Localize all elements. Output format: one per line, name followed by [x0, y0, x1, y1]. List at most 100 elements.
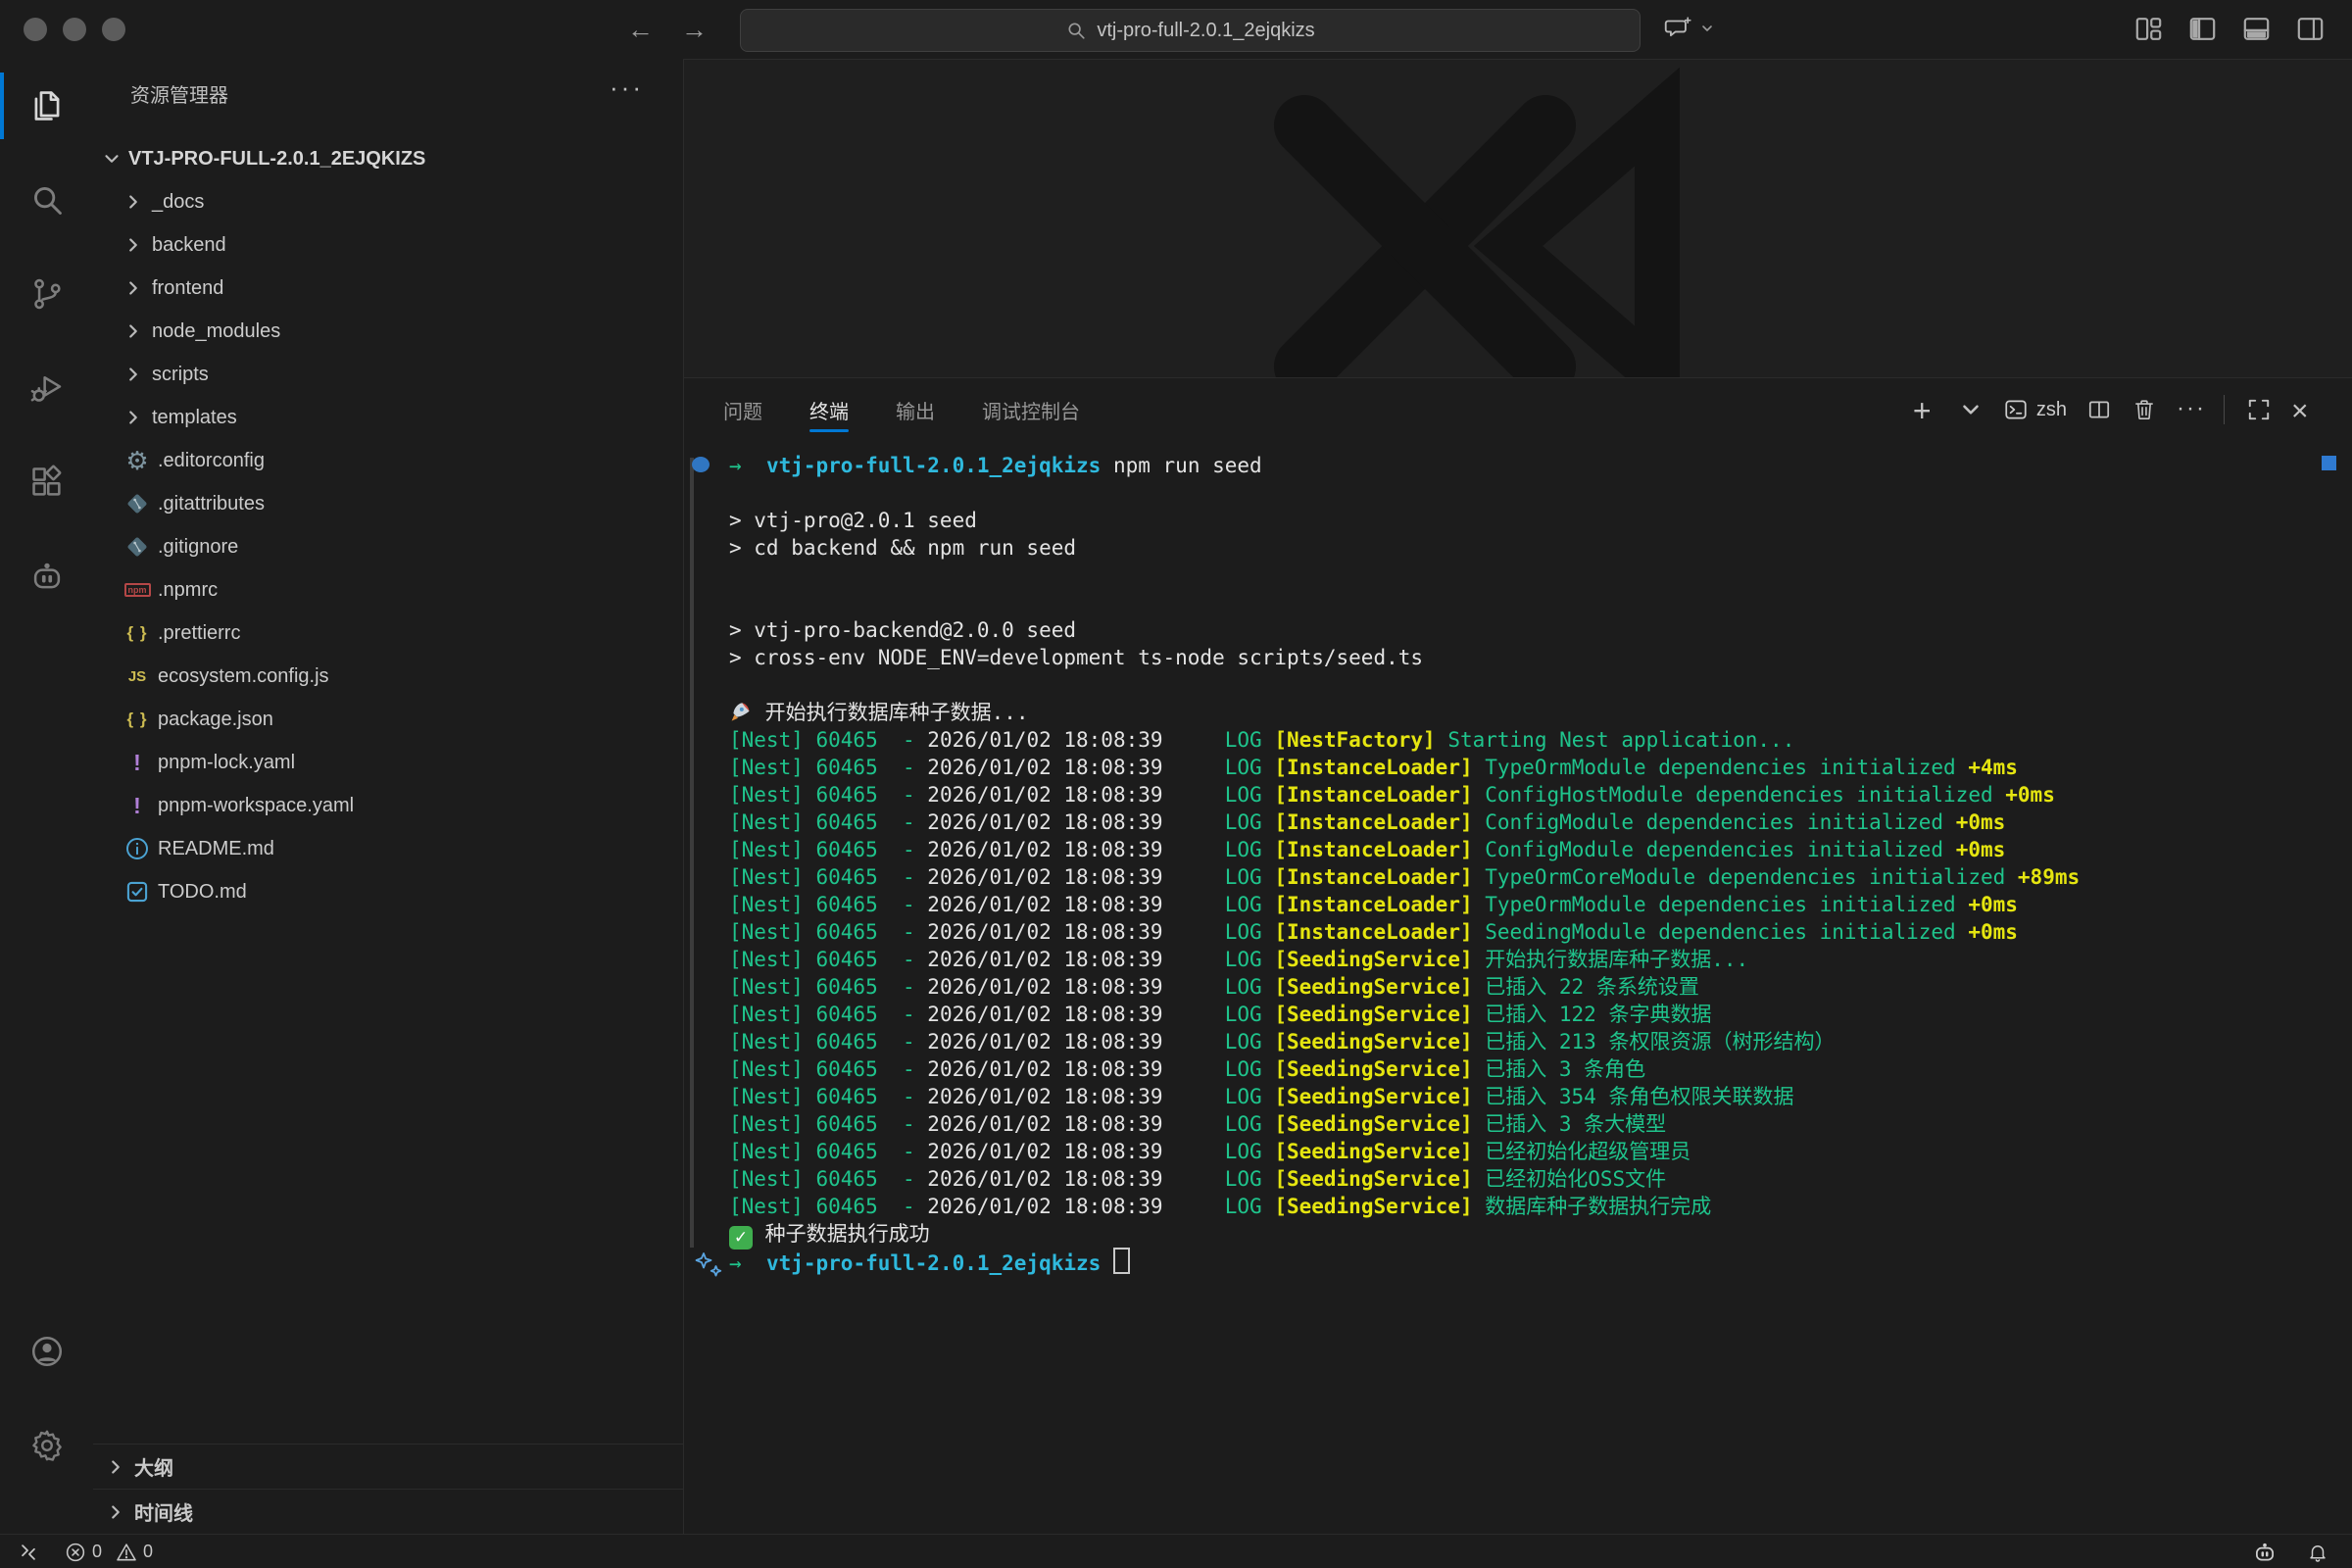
command-center-search[interactable]: vtj-pro-full-2.0.1_2ejqkizs: [740, 9, 1641, 52]
terminal-instance-zsh[interactable]: zsh: [2003, 397, 2067, 422]
tree-item-label: scripts: [152, 364, 209, 386]
braces-icon: { }: [122, 707, 152, 732]
tree-file-pnpm-lock-yaml[interactable]: !pnpm-lock.yaml: [93, 741, 683, 784]
file-tree: VTJ-PRO-FULL-2.0.1_2EJQKIZS_docsbackendf…: [93, 137, 683, 913]
history-forward-button[interactable]: →: [681, 15, 708, 45]
history-back-button[interactable]: ←: [627, 15, 654, 45]
tree-item-label: .npmrc: [158, 579, 218, 602]
tree-file--gitignore[interactable]: .gitignore: [93, 525, 683, 568]
outline-section[interactable]: 大纲: [93, 1444, 683, 1489]
terminal-line: [Nest] 60465 - 2026/01/02 18:08:39 LOG […: [684, 1110, 2352, 1138]
terminal-scrollbar-mark[interactable]: [2322, 456, 2336, 470]
tree-folder-node-modules[interactable]: node_modules: [93, 310, 683, 353]
chevron-down-icon: [101, 148, 122, 170]
tree-folder-scripts[interactable]: scripts: [93, 353, 683, 396]
tree-item-label: package.json: [158, 709, 273, 731]
problems-status[interactable]: 0 0: [65, 1542, 153, 1563]
toggle-sidebar-right-icon[interactable]: [2294, 13, 2327, 45]
more-actions-button[interactable]: ···: [2177, 397, 2202, 422]
tree-folder-templates[interactable]: templates: [93, 396, 683, 439]
terminal-line: [684, 562, 2352, 589]
panel-tab-问题[interactable]: 问题: [723, 378, 762, 441]
new-terminal-button[interactable]: +: [1913, 397, 1938, 422]
warning-icon: [116, 1542, 137, 1563]
activity-item-run-debug[interactable]: [0, 341, 93, 435]
more-actions-icon[interactable]: ···: [610, 73, 644, 103]
panel-tab-label: 终端: [809, 396, 849, 424]
chevron-right-icon: [122, 191, 144, 213]
panel-tab-输出[interactable]: 输出: [896, 378, 935, 441]
terminal-line: 开始执行数据库种子数据...: [684, 699, 2352, 726]
tree-root-folder[interactable]: VTJ-PRO-FULL-2.0.1_2EJQKIZS: [93, 137, 683, 180]
panel-controls: + zsh ··· ×: [1913, 378, 2317, 441]
terminal-line: [684, 589, 2352, 616]
kill-terminal-button[interactable]: [2132, 397, 2157, 422]
activity-item-explorer[interactable]: [0, 59, 93, 153]
tree-item-label: node_modules: [152, 320, 280, 343]
tree-file--editorconfig[interactable]: ⚙.editorconfig: [93, 439, 683, 482]
tree-file--gitattributes[interactable]: .gitattributes: [93, 482, 683, 525]
panel-tab-label: 输出: [896, 396, 935, 424]
chat-button[interactable]: [1664, 14, 1715, 43]
tree-item-label: README.md: [158, 838, 274, 860]
toggle-sidebar-left-icon[interactable]: [2186, 13, 2219, 45]
tree-item-label: .editorconfig: [158, 450, 265, 472]
titlebar: ← → vtj-pro-full-2.0.1_2ejqkizs: [0, 0, 2352, 60]
tree-file--prettierrc[interactable]: { } .prettierrc: [93, 612, 683, 655]
tree-file-todo-md[interactable]: TODO.md: [93, 870, 683, 913]
terminal-cursor: [1113, 1248, 1130, 1274]
chevron-right-icon: [105, 1456, 126, 1478]
tree-file-readme-md[interactable]: README.md: [93, 827, 683, 870]
panel-tab-调试控制台[interactable]: 调试控制台: [982, 378, 1080, 441]
chevron-right-icon: [122, 364, 144, 385]
terminal-line: [Nest] 60465 - 2026/01/02 18:08:39 LOG […: [684, 946, 2352, 973]
terminal-icon: [2003, 397, 2029, 422]
tree-file-package-json[interactable]: { } package.json: [93, 698, 683, 741]
panel-tabs: 问题 终端 输出 调试控制台: [684, 378, 1080, 441]
activity-item-settings[interactable]: [0, 1398, 93, 1493]
minimize-window-button[interactable]: [63, 18, 86, 41]
terminal: → vtj-pro-full-2.0.1_2ejqkizs npm run se…: [684, 452, 2352, 1535]
tree-item-label: .gitignore: [158, 536, 238, 559]
tree-file--npmrc[interactable]: npm .npmrc: [93, 568, 683, 612]
toggle-panel-icon[interactable]: [2240, 13, 2273, 45]
npm-icon: npm: [122, 577, 152, 603]
robot-icon[interactable]: [2252, 1540, 2278, 1565]
close-panel-button[interactable]: ×: [2291, 397, 2317, 422]
braces-icon: { }: [122, 620, 152, 646]
activity-item-search[interactable]: [0, 153, 93, 247]
tree-folder-backend[interactable]: backend: [93, 223, 683, 267]
layout-controls: [2132, 13, 2327, 45]
timeline-section[interactable]: 时间线: [93, 1489, 683, 1534]
tree-file-pnpm-workspace-yaml[interactable]: !pnpm-workspace.yaml: [93, 784, 683, 827]
remote-indicator-icon[interactable]: [18, 1542, 39, 1563]
bell-icon[interactable]: [2307, 1542, 2328, 1563]
split-terminal-button[interactable]: [2086, 397, 2112, 422]
tree-file-ecosystem-config-js[interactable]: JSecosystem.config.js: [93, 655, 683, 698]
close-window-button[interactable]: [24, 18, 47, 41]
activity-item-ai-assistant[interactable]: [0, 529, 93, 623]
maximize-panel-button[interactable]: [2246, 397, 2272, 422]
terminal-line: [Nest] 60465 - 2026/01/02 18:08:39 LOG […: [684, 1001, 2352, 1028]
terminal-line: → vtj-pro-full-2.0.1_2ejqkizs: [684, 1248, 2352, 1275]
tree-folder--docs[interactable]: _docs: [93, 180, 683, 223]
sparkle-icon: [692, 1250, 727, 1278]
tree-folder-frontend[interactable]: frontend: [93, 267, 683, 310]
customize-layout-icon[interactable]: [2132, 13, 2165, 45]
terminal-line: [Nest] 60465 - 2026/01/02 18:08:39 LOG […: [684, 1138, 2352, 1165]
rocket-icon: [729, 699, 753, 726]
panel-tab-终端[interactable]: 终端: [809, 378, 849, 441]
zoom-window-button[interactable]: [102, 18, 125, 41]
terminal-line: [Nest] 60465 - 2026/01/02 18:08:39 LOG […: [684, 1083, 2352, 1110]
timeline-label: 时间线: [134, 1497, 193, 1526]
activity-item-source-control[interactable]: [0, 247, 93, 341]
activity-item-account[interactable]: [0, 1304, 93, 1398]
terminal-launch-dropdown[interactable]: [1958, 397, 1984, 422]
tree-item-label: .prettierrc: [158, 622, 240, 645]
chevron-right-icon: [105, 1501, 126, 1523]
error-count: 0: [92, 1542, 102, 1562]
activity-item-extensions[interactable]: [0, 435, 93, 529]
info-circle-icon: [122, 836, 152, 861]
panel-tab-label: 问题: [723, 396, 762, 424]
exclamation-icon: !: [122, 793, 152, 818]
